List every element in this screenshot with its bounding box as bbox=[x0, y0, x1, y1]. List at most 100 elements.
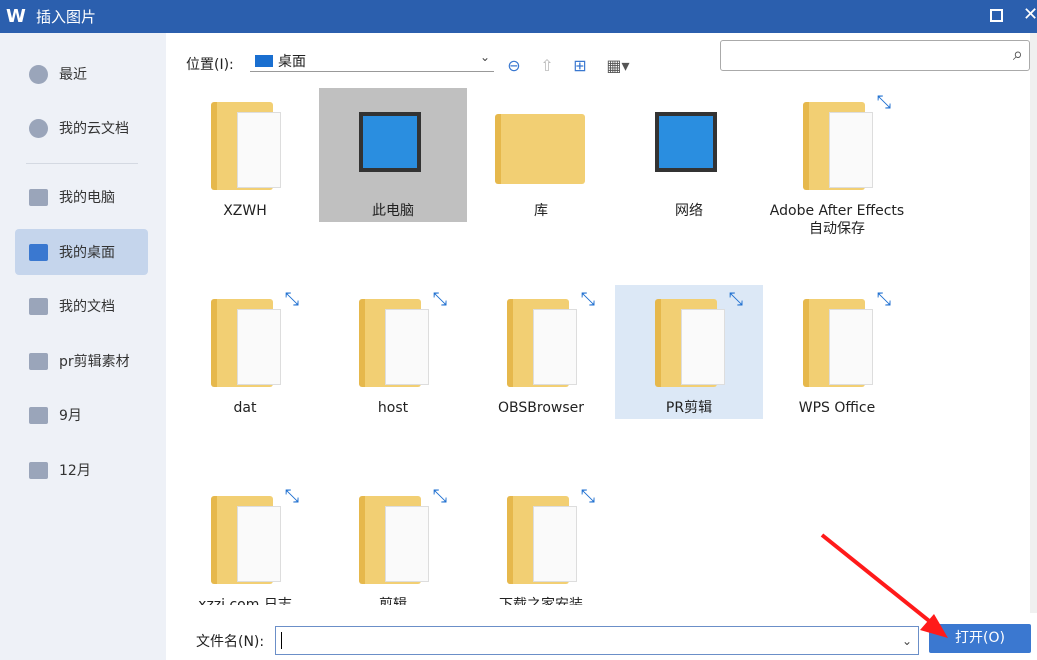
new-folder-icon[interactable]: ⊞ bbox=[569, 56, 591, 76]
file-item[interactable]: ⤡Adobe After Effects 自动保存 bbox=[763, 88, 911, 222]
computer-icon bbox=[29, 189, 48, 206]
sidebar-item-label: pr剪辑素材 bbox=[59, 351, 130, 371]
sidebar-item[interactable]: 我的电脑 bbox=[15, 174, 148, 220]
chevron-down-icon: ⌄ bbox=[480, 50, 490, 64]
filename-input[interactable]: ⌄ bbox=[275, 626, 919, 655]
file-name: 剪辑 bbox=[319, 596, 467, 605]
user-folder-icon bbox=[211, 102, 273, 190]
folder-shortcut-icon: ⤡ bbox=[803, 299, 865, 387]
clock-icon bbox=[29, 65, 48, 84]
folder-shortcut-icon: ⤡ bbox=[507, 496, 569, 584]
folder-shortcut-icon: ⤡ bbox=[211, 299, 273, 387]
file-item[interactable]: ⤡ OBSBrowser bbox=[467, 285, 615, 419]
shortcut-arrow-icon: ⤡ bbox=[729, 289, 743, 310]
location-value: 桌面 bbox=[278, 51, 306, 71]
filename-label: 文件名(N): bbox=[196, 631, 264, 651]
document-icon bbox=[237, 112, 281, 188]
search-input[interactable]: ⌕ bbox=[720, 40, 1030, 71]
search-icon: ⌕ bbox=[1013, 44, 1023, 65]
open-button[interactable]: 打开(O) bbox=[929, 624, 1031, 653]
folder-icon bbox=[29, 407, 48, 424]
shortcut-arrow-icon: ⤡ bbox=[581, 289, 595, 310]
sidebar-item[interactable]: 最近 bbox=[15, 51, 148, 97]
file-item[interactable]: 网络 bbox=[615, 88, 763, 222]
sidebar-item[interactable]: 我的云文档 bbox=[15, 105, 148, 151]
file-item[interactable]: ⤡ host bbox=[319, 285, 467, 419]
location-label: 位置(I): bbox=[186, 54, 234, 74]
desktop-icon bbox=[255, 55, 273, 67]
sidebar-item[interactable]: 我的文档 bbox=[15, 283, 148, 329]
folder-shortcut-icon: ⤡ bbox=[803, 102, 865, 190]
file-item[interactable]: ⤡ 剪辑 bbox=[319, 482, 467, 605]
computer-icon bbox=[359, 112, 421, 172]
shortcut-arrow-icon: ⤡ bbox=[877, 289, 891, 310]
file-item[interactable]: XZWH bbox=[171, 88, 319, 222]
folder-icon bbox=[29, 462, 48, 479]
file-name: 库 bbox=[467, 202, 615, 220]
sidebar-divider bbox=[26, 163, 138, 164]
shortcut-arrow-icon: ⤡ bbox=[285, 486, 299, 507]
text-caret bbox=[281, 632, 282, 649]
sidebar: 最近我的云文档我的电脑我的桌面我的文档 pr剪辑素材 9月 12月 bbox=[0, 33, 166, 660]
document-icon bbox=[385, 506, 429, 582]
sidebar-item[interactable]: pr剪辑素材 bbox=[15, 338, 148, 384]
wps-logo-icon: W bbox=[6, 8, 28, 26]
file-item[interactable]: ⤡ WPS Office bbox=[763, 285, 911, 419]
up-folder-icon[interactable]: ⇧ bbox=[536, 56, 558, 76]
document-icon bbox=[533, 506, 577, 582]
file-name: WPS Office bbox=[763, 399, 911, 417]
maximize-button[interactable] bbox=[990, 9, 1003, 22]
shortcut-arrow-icon: ⤡ bbox=[433, 486, 447, 507]
sidebar-item-label: 9月 bbox=[59, 405, 82, 425]
sidebar-item-label: 我的电脑 bbox=[59, 187, 115, 207]
sidebar-item[interactable]: 12月 bbox=[15, 447, 148, 493]
sidebar-item-label: 我的桌面 bbox=[59, 242, 115, 262]
file-name: OBSBrowser bbox=[467, 399, 615, 417]
scrollbar[interactable] bbox=[1030, 33, 1037, 613]
document-icon bbox=[237, 506, 281, 582]
file-name: 此电脑 bbox=[319, 202, 467, 220]
file-item[interactable]: ⤡ PR剪辑 bbox=[615, 285, 763, 419]
folder-shortcut-icon: ⤡ bbox=[655, 299, 717, 387]
folder-shortcut-icon: ⤡ bbox=[359, 496, 421, 584]
file-item[interactable]: ⤡ dat bbox=[171, 285, 319, 419]
file-name: PR剪辑 bbox=[615, 399, 763, 417]
location-dropdown[interactable]: 桌面 ⌄ bbox=[250, 50, 494, 72]
file-item[interactable]: ⤡ xzzi.com 日志 bbox=[171, 482, 319, 605]
desktop-icon bbox=[29, 244, 48, 261]
shortcut-arrow-icon: ⤡ bbox=[433, 289, 447, 310]
file-name: xzzi.com 日志 bbox=[171, 596, 319, 605]
cloud-cube-icon bbox=[29, 119, 48, 138]
title-bar: W 插入图片 ✕ bbox=[0, 0, 1037, 33]
folder-icon bbox=[29, 298, 48, 315]
sidebar-item-label: 12月 bbox=[59, 460, 91, 480]
sidebar-item-label: 我的云文档 bbox=[59, 118, 129, 138]
view-menu-icon[interactable]: ▦▾ bbox=[603, 56, 633, 76]
file-grid: XZWH此电脑库网络⤡Adobe After Effects 自动保存⤡dat⤡… bbox=[170, 86, 1030, 605]
document-icon bbox=[533, 309, 577, 385]
document-icon bbox=[237, 309, 281, 385]
file-name: 下载之家安装 bbox=[467, 596, 615, 605]
window-title: 插入图片 bbox=[36, 6, 96, 27]
document-icon bbox=[829, 309, 873, 385]
chevron-down-icon[interactable]: ⌄ bbox=[902, 634, 912, 648]
shortcut-arrow-icon: ⤡ bbox=[877, 92, 891, 113]
sidebar-item-label: 我的文档 bbox=[59, 296, 115, 316]
shortcut-arrow-icon: ⤡ bbox=[285, 289, 299, 310]
library-icon bbox=[495, 114, 585, 184]
sidebar-item[interactable]: 我的桌面 bbox=[15, 229, 148, 275]
file-name: 网络 bbox=[615, 202, 763, 220]
folder-icon bbox=[29, 353, 48, 370]
file-item[interactable]: ⤡ 下载之家安装 bbox=[467, 482, 615, 605]
file-name: dat bbox=[171, 399, 319, 417]
close-button[interactable]: ✕ bbox=[1023, 4, 1037, 25]
back-icon[interactable]: ⊖ bbox=[503, 56, 525, 76]
file-item[interactable]: 库 bbox=[467, 88, 615, 222]
file-item[interactable]: 此电脑 bbox=[319, 88, 467, 222]
sidebar-item[interactable]: 9月 bbox=[15, 392, 148, 438]
folder-shortcut-icon: ⤡ bbox=[507, 299, 569, 387]
file-name: host bbox=[319, 399, 467, 417]
folder-shortcut-icon: ⤡ bbox=[359, 299, 421, 387]
document-icon bbox=[385, 309, 429, 385]
document-icon bbox=[681, 309, 725, 385]
